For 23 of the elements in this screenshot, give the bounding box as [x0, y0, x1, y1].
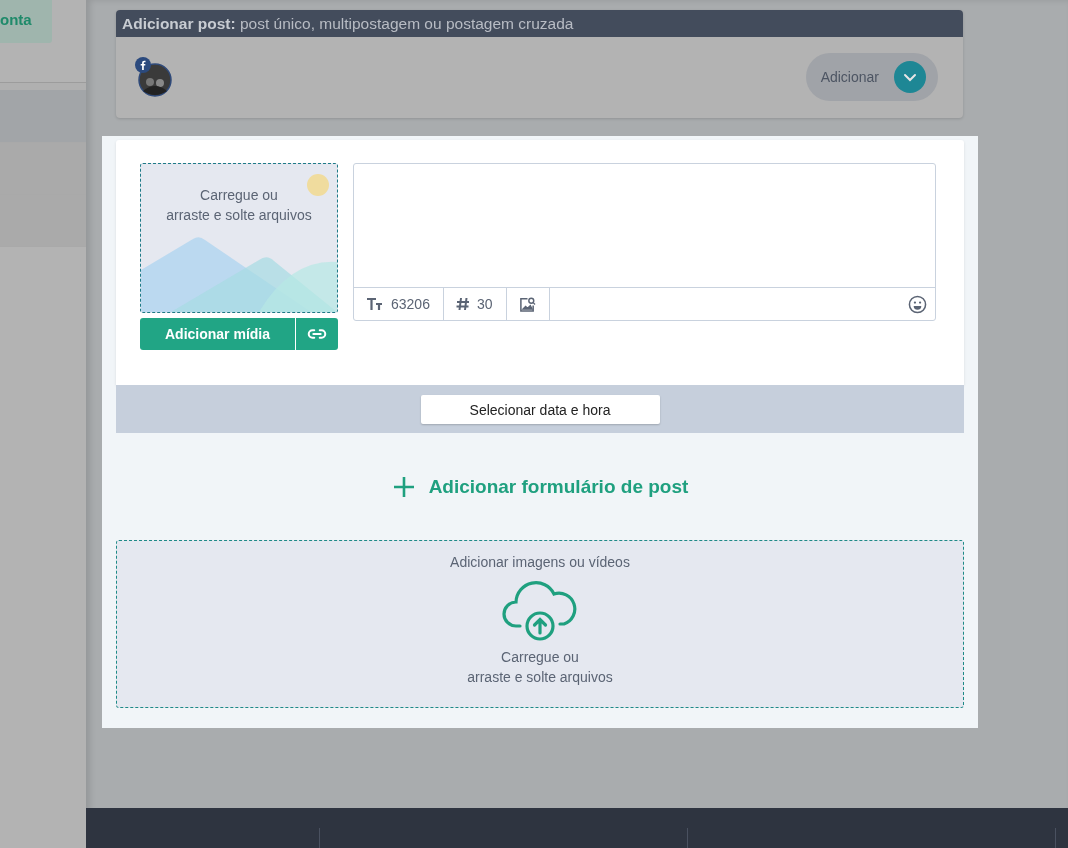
sidebar-item[interactable]: [0, 194, 86, 246]
add-dropdown-button[interactable]: Adicionar: [805, 53, 938, 101]
account-button[interactable]: onta: [0, 0, 52, 43]
link-button[interactable]: [295, 318, 338, 350]
hashtag-icon: [455, 297, 470, 311]
add-post-form-link[interactable]: Adicionar formulário de post: [385, 473, 695, 500]
cloud-upload-icon: [502, 580, 578, 642]
chevron-down-icon: [894, 61, 926, 93]
hashtag-count: 30: [476, 296, 493, 312]
media-dropzone[interactable]: Carregue ou arraste e solte arquivos: [140, 163, 338, 313]
dropzone-title: Adicionar imagens ou vídeos: [450, 554, 630, 570]
plus-icon: [391, 474, 416, 499]
add-media-button[interactable]: Adicionar mídia: [140, 318, 295, 350]
dropzone-text: Carregue ou arraste e solte arquivos: [165, 186, 313, 225]
upload-dropzone[interactable]: Adicionar imagens ou vídeos Carregue ou arraste e solte arquivos: [116, 540, 964, 708]
emoji-icon[interactable]: [908, 294, 927, 314]
facebook-badge-icon: [135, 57, 151, 73]
character-count: 63206: [391, 296, 430, 312]
dropzone-text: Carregue ou arraste e solte arquivos: [467, 648, 613, 687]
schedule-button[interactable]: Selecionar data e hora: [420, 395, 660, 424]
image-search-icon[interactable]: [518, 295, 536, 313]
card-title: Adicionar post: post único, multipostagem ou postagem cruzada: [122, 14, 574, 33]
text-size-icon: [366, 297, 384, 311]
